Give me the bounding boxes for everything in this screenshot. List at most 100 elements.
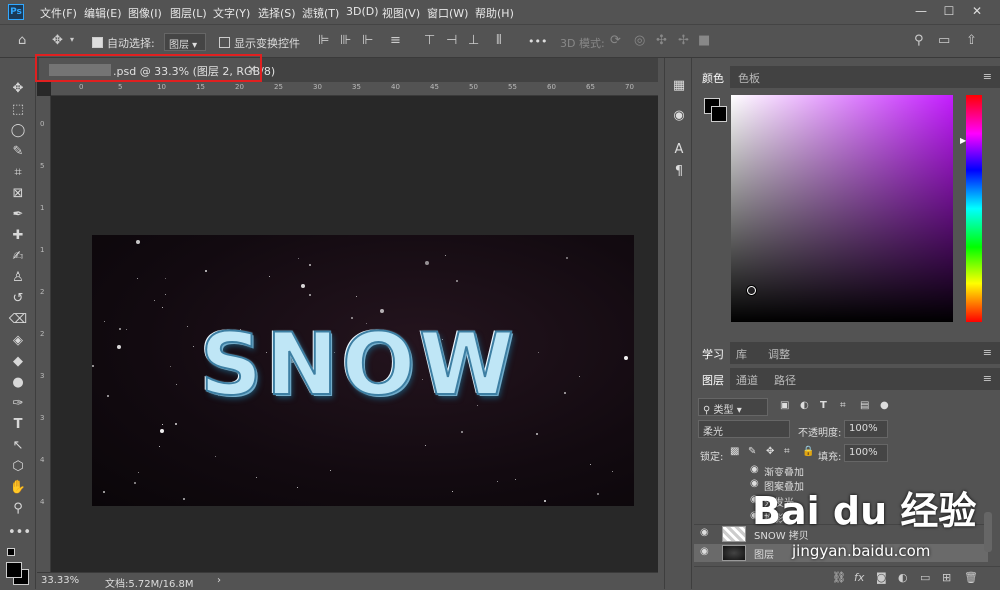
status-menu-arrow[interactable]: › bbox=[217, 575, 221, 586]
move-tool-icon[interactable]: ✥ bbox=[8, 80, 28, 98]
background-color-swatch[interactable] bbox=[711, 106, 727, 122]
more-tools-icon[interactable]: ••• bbox=[8, 524, 31, 542]
marquee-tool-icon[interactable]: ⬚ bbox=[8, 101, 28, 119]
hue-slider[interactable] bbox=[966, 95, 982, 322]
canvas-image[interactable]: SNOW bbox=[92, 235, 634, 506]
lock-image-icon[interactable]: ✎ bbox=[748, 446, 756, 457]
3d-orbit-icon[interactable]: ⟳ bbox=[610, 33, 621, 48]
share-icon[interactable]: ⇧ bbox=[966, 33, 977, 48]
lock-all-icon[interactable]: 🔒 bbox=[802, 446, 814, 457]
align-top-icon[interactable]: ⊤ bbox=[424, 33, 435, 48]
healing-brush-tool-icon[interactable]: ✚ bbox=[8, 227, 28, 245]
zoom-tool-icon[interactable]: ⚲ bbox=[8, 500, 28, 518]
tab-adjustments[interactable]: 调整 bbox=[768, 346, 790, 362]
3d-pan-icon[interactable]: ✣ bbox=[656, 33, 667, 48]
foreground-color-swatch[interactable] bbox=[6, 562, 22, 578]
lock-artboard-icon[interactable]: ⌗ bbox=[784, 446, 790, 457]
filter-type-icon[interactable]: T bbox=[820, 400, 827, 411]
eye-icon[interactable]: ◉ bbox=[750, 464, 759, 475]
stamp-tool-icon[interactable]: ♙ bbox=[8, 269, 28, 287]
align-middle-icon[interactable]: ⊣ bbox=[446, 33, 457, 48]
align-center-icon[interactable]: ⊪ bbox=[340, 33, 351, 48]
frame-tool-icon[interactable]: ⊠ bbox=[8, 185, 28, 203]
fill-input[interactable]: 100% bbox=[844, 444, 888, 462]
opacity-input[interactable]: 100% bbox=[844, 420, 888, 438]
panel-menu-icon[interactable]: ≡ bbox=[983, 346, 992, 359]
filter-smart-object-icon[interactable]: ▤ bbox=[860, 400, 869, 411]
panel-menu-icon[interactable]: ≡ bbox=[983, 70, 992, 83]
layers-scrollbar[interactable] bbox=[984, 512, 992, 552]
paint-bucket-tool-icon[interactable]: ◈ bbox=[8, 332, 28, 350]
menu-filter[interactable]: 滤镜(T) bbox=[302, 5, 339, 21]
distribute-v-icon[interactable]: ⦀ bbox=[496, 33, 502, 48]
search-icon[interactable]: ⚲ bbox=[914, 33, 924, 48]
type-tool-icon[interactable]: T bbox=[8, 416, 28, 434]
hand-tool-icon[interactable]: ✋ bbox=[8, 479, 28, 497]
trash-icon[interactable]: 🗑 bbox=[964, 571, 978, 584]
lasso-tool-icon[interactable]: ◯ bbox=[8, 122, 28, 140]
eye-icon[interactable]: ◉ bbox=[700, 527, 709, 538]
eye-icon[interactable]: ◉ bbox=[700, 546, 709, 557]
3d-roll-icon[interactable]: ◎ bbox=[634, 33, 645, 48]
menu-edit[interactable]: 编辑(E) bbox=[84, 5, 122, 21]
pen-tool-icon[interactable]: ✑ bbox=[8, 395, 28, 413]
show-transform-checkbox[interactable] bbox=[219, 37, 230, 48]
history-panel-icon[interactable]: ▦ bbox=[669, 76, 689, 96]
distribute-icon[interactable]: ≡ bbox=[390, 33, 401, 48]
color-picker-marker[interactable] bbox=[747, 286, 756, 295]
align-bottom-icon[interactable]: ⊥ bbox=[468, 33, 479, 48]
menu-file[interactable]: 文件(F) bbox=[40, 5, 77, 21]
menu-type[interactable]: 文字(Y) bbox=[213, 5, 250, 21]
menu-window[interactable]: 窗口(W) bbox=[427, 5, 468, 21]
tab-learn[interactable]: 学习 bbox=[702, 346, 724, 362]
canvas-pasteboard[interactable]: SNOW bbox=[51, 96, 658, 572]
tab-paths[interactable]: 路径 bbox=[774, 372, 796, 388]
tab-libraries[interactable]: 库 bbox=[736, 346, 747, 362]
auto-select-checkbox[interactable] bbox=[92, 37, 103, 48]
restore-button[interactable]: ☐ bbox=[936, 2, 962, 20]
tab-channels[interactable]: 通道 bbox=[736, 372, 758, 388]
align-right-icon[interactable]: ⊩ bbox=[362, 33, 373, 48]
quick-select-tool-icon[interactable]: ✎ bbox=[8, 143, 28, 161]
dodge-tool-icon[interactable]: ● bbox=[8, 374, 28, 392]
link-layers-icon[interactable]: ⛓ bbox=[832, 571, 846, 584]
filter-adjustment-icon[interactable]: ◐ bbox=[800, 400, 809, 411]
add-mask-icon[interactable]: ◙ bbox=[876, 571, 887, 584]
auto-select-dropdown[interactable]: 图层 ▾ bbox=[164, 33, 206, 51]
close-window-button[interactable]: ✕ bbox=[964, 2, 990, 20]
brush-tool-icon[interactable]: ✍ bbox=[8, 248, 28, 266]
menu-help[interactable]: 帮助(H) bbox=[475, 5, 514, 21]
minimize-button[interactable]: — bbox=[908, 2, 934, 20]
shape-tool-icon[interactable]: ⬡ bbox=[8, 458, 28, 476]
zoom-level[interactable]: 33.33% bbox=[41, 575, 79, 586]
filter-shape-icon[interactable]: ⌗ bbox=[840, 400, 846, 411]
panel-menu-icon[interactable]: ≡ bbox=[983, 372, 992, 385]
layer-filter-dropdown[interactable]: ⚲ 类型 ▾ bbox=[698, 398, 768, 416]
paragraph-panel-icon[interactable]: ¶ bbox=[669, 162, 689, 182]
default-colors-icon[interactable] bbox=[7, 548, 15, 556]
blend-mode-dropdown[interactable]: 柔光 bbox=[698, 420, 790, 438]
menu-3d[interactable]: 3D(D) bbox=[346, 5, 379, 18]
menu-select[interactable]: 选择(S) bbox=[258, 5, 296, 21]
3d-slide-icon[interactable]: ✢ bbox=[678, 33, 689, 48]
new-layer-icon[interactable]: ⊞ bbox=[942, 571, 951, 584]
history-brush-tool-icon[interactable]: ↺ bbox=[8, 290, 28, 308]
lock-position-icon[interactable]: ✥ bbox=[766, 446, 774, 457]
crop-tool-icon[interactable]: ⌗ bbox=[8, 164, 28, 182]
filter-toggle-icon[interactable]: ● bbox=[880, 400, 889, 411]
path-select-tool-icon[interactable]: ↖ bbox=[8, 437, 28, 455]
lock-transparent-icon[interactable]: ▩ bbox=[730, 446, 739, 457]
properties-panel-icon[interactable]: ◉ bbox=[669, 106, 689, 126]
filter-pixel-icon[interactable]: ▣ bbox=[780, 400, 789, 411]
tab-layers[interactable]: 图层 bbox=[702, 372, 724, 388]
home-icon[interactable]: ⌂ bbox=[18, 33, 26, 48]
fx-icon[interactable]: fx bbox=[854, 571, 864, 584]
menu-layer[interactable]: 图层(L) bbox=[170, 5, 207, 21]
chevron-down-icon[interactable]: ▾ bbox=[70, 35, 74, 44]
more-options-button[interactable]: ••• bbox=[528, 35, 547, 48]
menu-image[interactable]: 图像(I) bbox=[128, 5, 162, 21]
workspace-icon[interactable]: ▭ bbox=[938, 33, 950, 48]
character-panel-icon[interactable]: A bbox=[669, 140, 689, 160]
color-picker-field[interactable] bbox=[731, 95, 953, 322]
tab-swatches[interactable]: 色板 bbox=[738, 70, 760, 86]
